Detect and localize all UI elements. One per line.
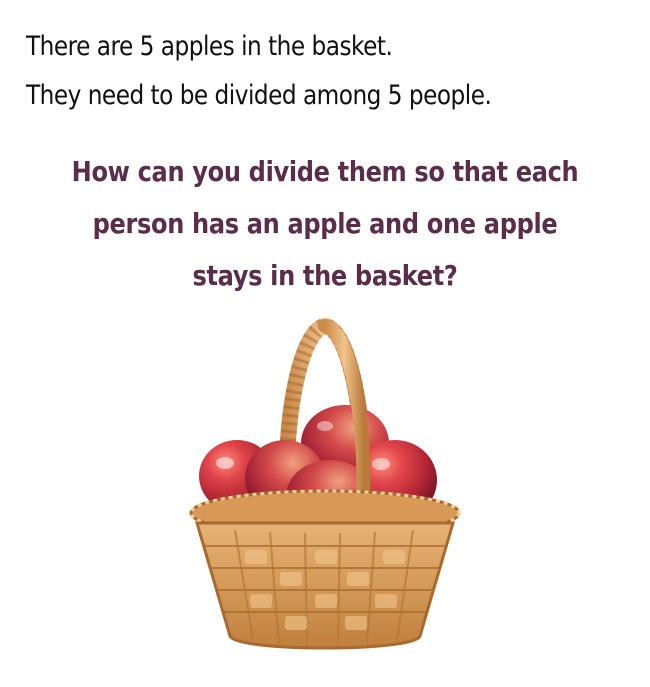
basket-body: [194, 521, 456, 650]
puzzle-card: There are 5 apples in the basket. They n…: [0, 0, 650, 687]
apple-basket-illustration: [189, 318, 461, 650]
question-text: How can you divide them so that each per…: [0, 146, 650, 302]
question-line-1: How can you divide them so that each: [71, 155, 579, 188]
question-line-3: stays in the basket?: [192, 259, 458, 292]
question-line-2: person has an apple and one apple: [92, 207, 558, 240]
intro-line-1: There are 5 apples in the basket.: [26, 31, 393, 62]
intro-line-2: They need to be divided among 5 people.: [26, 80, 492, 111]
intro-text: There are 5 apples in the basket. They n…: [26, 22, 542, 120]
